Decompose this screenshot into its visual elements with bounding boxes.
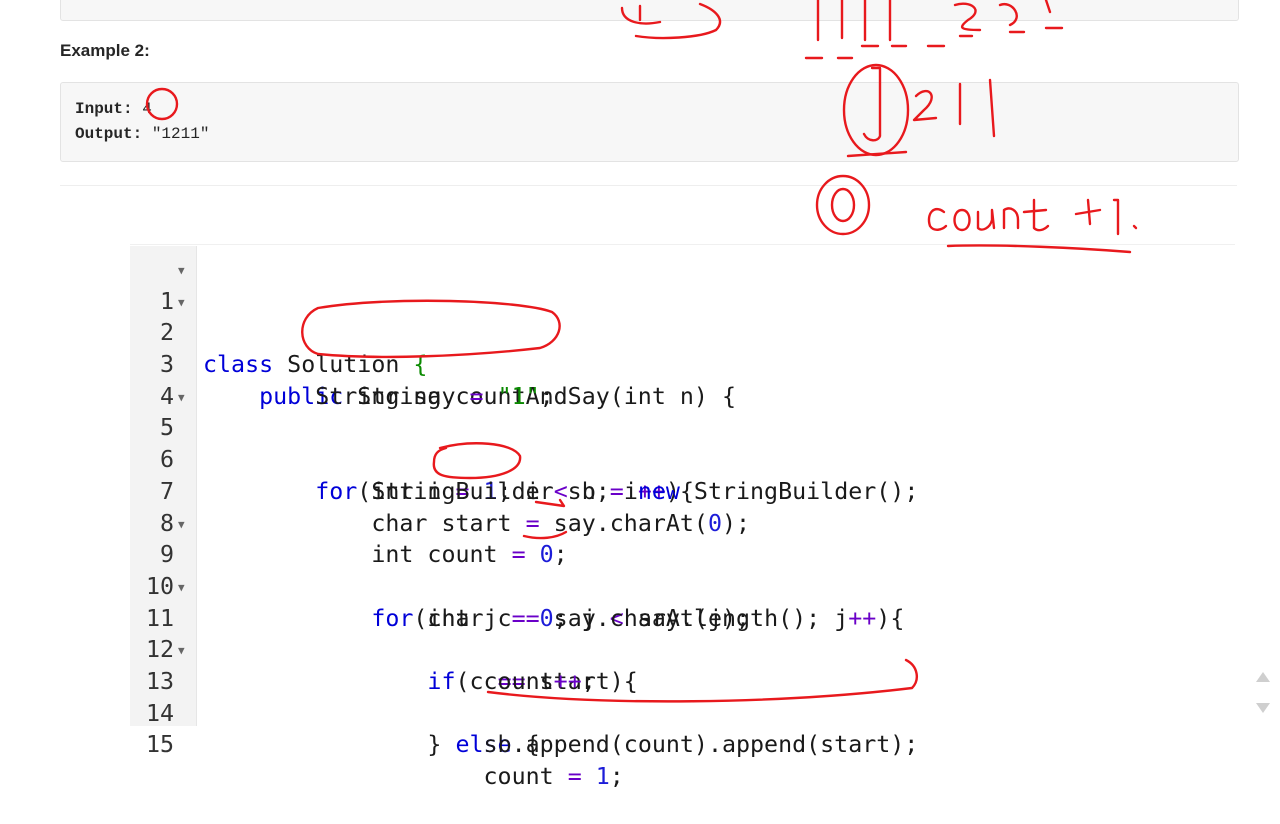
example-output-line: Output: "1211": [75, 125, 209, 143]
code-text: sb.append(count).append(start);: [203, 729, 919, 761]
scroll-down-icon[interactable]: [1256, 703, 1270, 713]
code-line-4[interactable]: 4: [0, 349, 1280, 410]
scroll-up-icon[interactable]: [1256, 672, 1270, 682]
zero-glyph: [830, 187, 856, 223]
number-literal: 1: [595, 763, 610, 791]
code-line-3[interactable]: 3 String say = "1";: [0, 317, 1280, 410]
fold-toggle-icon[interactable]: ▼: [178, 287, 185, 319]
fold-toggle-icon[interactable]: ▼: [178, 572, 185, 604]
fold-toggle-icon[interactable]: ▼: [178, 509, 185, 541]
previous-example-box: [60, 0, 1239, 21]
code-line-12[interactable]: 12 count++;: [0, 603, 1280, 695]
example-input-line: Input: 4: [75, 100, 152, 118]
fold-toggle-icon[interactable]: ▼: [178, 635, 185, 667]
input-label: Input:: [75, 100, 133, 118]
code-token: count: [483, 763, 568, 791]
code-token: sb.append(count).append(start);: [483, 731, 919, 759]
code-line-11[interactable]: 11 ▼ if(c == start){: [0, 571, 1280, 695]
code-line-2[interactable]: 2 ▼ public String countAndSay(int n) {: [0, 286, 1280, 410]
output-value: "1211": [142, 125, 210, 143]
code-line-8[interactable]: 8 int count = 0;: [0, 476, 1280, 569]
output-label: Output:: [75, 125, 143, 143]
code-line-5[interactable]: 5 ▼ for(int i = 1; i < n; i++){: [0, 381, 1280, 505]
fold-toggle-icon[interactable]: ▼: [178, 255, 185, 287]
line-number: 15: [145, 731, 174, 759]
fold-toggle-icon[interactable]: ▼: [178, 382, 185, 414]
code-token: ;: [609, 763, 624, 791]
code-line-14[interactable]: 14 sb.append(count).append(start);: [0, 666, 1280, 759]
editor-top-border: [130, 244, 1235, 245]
code-line-1[interactable]: 1 ▼ class Solution {: [0, 254, 1280, 378]
example-box: Input: 4 Output: "1211": [60, 82, 1239, 162]
section-divider: [60, 185, 1237, 186]
example-title: Example 2:: [60, 41, 150, 60]
code-line-10[interactable]: 10 char c = say.charAt(j);: [0, 539, 1280, 632]
code-line-15[interactable]: 15 count = 1;: [0, 698, 1280, 790]
operator: =: [567, 763, 582, 791]
code-line-6[interactable]: 6 StringBuilder sb = new StringBuilder()…: [0, 412, 1280, 505]
code-text: count = 1;: [203, 761, 624, 793]
code-line-9[interactable]: 9 ▼ for(int j = 0; j < say.length(); j++…: [0, 508, 1280, 632]
code-line-7[interactable]: 7 char start = say.charAt(0);: [0, 444, 1280, 537]
code-editor[interactable]: 1 ▼ class Solution { 2 ▼ public String c…: [0, 254, 1280, 790]
code-line-13[interactable]: 13 ▼ } else {: [0, 634, 1280, 758]
input-value: 4: [132, 100, 152, 118]
